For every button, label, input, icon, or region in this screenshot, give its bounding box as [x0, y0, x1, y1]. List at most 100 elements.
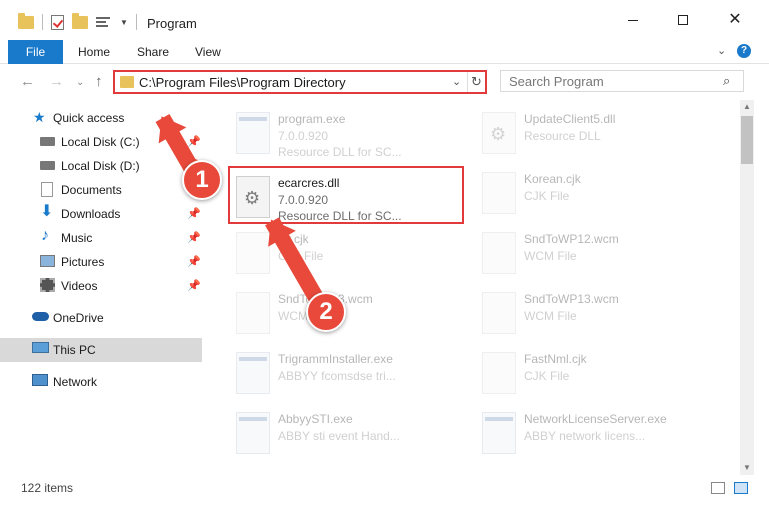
file-tile[interactable]: Korean.cjk CJK File: [476, 164, 716, 222]
drive-icon: [40, 161, 55, 170]
address-bar[interactable]: C:\Program Files\Program Directory ⌄ ↻: [113, 70, 487, 94]
divider: [135, 14, 137, 30]
file-name: AbbyySTI.exe: [278, 412, 353, 426]
address-path[interactable]: C:\Program Files\Program Directory: [139, 75, 346, 90]
exe-file-icon: [236, 112, 270, 154]
file-tile[interactable]: SndToWP13.wcm WCM File: [230, 284, 470, 342]
quick-access-toolbar: ▼: [18, 12, 137, 30]
download-icon: ⬇: [40, 203, 54, 220]
pictures-icon: [40, 255, 55, 267]
exe-file-icon: [236, 352, 270, 394]
file-name: TrigrammInstaller.exe: [278, 352, 393, 366]
file-name: SndToWP13.wcm: [524, 292, 619, 306]
pin-icon[interactable]: 📌: [187, 207, 201, 220]
vertical-scrollbar[interactable]: ▲ ▼: [740, 100, 754, 475]
address-row: ← → ⌄ ↑ C:\Program Files\Program Directo…: [0, 64, 769, 98]
up-button[interactable]: ↑: [95, 73, 103, 90]
tab-view[interactable]: View: [195, 45, 221, 59]
sidebar-item-pictures[interactable]: Pictures 📌: [0, 250, 202, 274]
close-button[interactable]: ✕: [712, 0, 758, 40]
exe-file-icon: [482, 412, 516, 454]
customize-toolbar-icon[interactable]: [96, 15, 112, 29]
file-tile[interactable]: program.exe 7.0.0.920 Resource DLL for S…: [230, 104, 470, 162]
highlighted-file-tile[interactable]: ecarcres.dll 7.0.0.920 Resource DLL for …: [228, 166, 464, 224]
tab-share[interactable]: Share: [137, 45, 169, 59]
new-folder-icon[interactable]: [72, 12, 88, 29]
file-name: SndToWP12.wcm: [524, 232, 619, 246]
toolbar-dropdown-icon[interactable]: ▼: [120, 18, 128, 27]
minimize-button[interactable]: [610, 0, 656, 40]
file-icon: [236, 292, 270, 334]
sidebar-item-videos[interactable]: Videos 📌: [0, 274, 202, 298]
pin-icon[interactable]: 📌: [187, 279, 201, 292]
close-icon: ✕: [728, 11, 742, 28]
maximize-button[interactable]: [660, 0, 706, 40]
sidebar-item-label: Documents: [61, 183, 122, 197]
sidebar-item-label: Pictures: [61, 255, 105, 269]
dll-file-icon: [482, 112, 516, 154]
pin-icon[interactable]: 📌: [187, 135, 201, 148]
pc-icon: [32, 342, 49, 353]
item-count: 122 items: [21, 481, 74, 495]
file-tile[interactable]: SndToWP13.wcm WCM File: [476, 284, 716, 342]
status-bar: 122 items: [0, 475, 769, 513]
maximize-icon: [678, 15, 688, 25]
file-name: Korean.cjk: [524, 172, 581, 186]
sidebar-item-network[interactable]: Network: [0, 370, 202, 394]
ribbon-tabs: File Home Share View ⌄ ?: [0, 40, 769, 64]
file-tile[interactable]: UpdateClient5.dll Resource DLL: [476, 104, 716, 162]
file-tile[interactable]: AbbyySTI.exe ABBY sti event Hand...: [230, 404, 470, 462]
sidebar-item-this-pc[interactable]: This PC: [0, 338, 202, 362]
file-icon: [482, 232, 516, 274]
file-tile[interactable]: SndToWP12.wcm WCM File: [476, 224, 716, 282]
file-description: Resource DLL: [524, 129, 601, 143]
sidebar-item-label: Videos: [61, 279, 98, 293]
details-view-icon[interactable]: [711, 482, 725, 494]
scroll-down-icon[interactable]: ▼: [740, 461, 754, 475]
pin-icon[interactable]: 📌: [187, 231, 201, 244]
recent-locations-button[interactable]: ⌄: [76, 77, 84, 88]
file-name: ecarcres.dll: [278, 176, 340, 190]
sidebar-item-label: Local Disk (C:): [61, 135, 140, 149]
sidebar-item-label: Music: [61, 231, 93, 245]
file-type: CJK File: [524, 189, 570, 203]
tiles-view-icon[interactable]: [734, 482, 748, 494]
file-type: CJK File: [524, 369, 570, 383]
help-icon[interactable]: ?: [737, 44, 751, 58]
properties-check-icon[interactable]: [51, 14, 64, 30]
drive-icon: [40, 137, 55, 146]
tab-file[interactable]: File: [8, 40, 63, 64]
scrollbar-thumb[interactable]: [741, 116, 753, 164]
file-tile[interactable]: FastNml.cjk CJK File: [476, 344, 716, 402]
dll-file-icon: [236, 176, 270, 218]
sidebar-item-local-disk-d[interactable]: Local Disk (D:) 📌: [0, 154, 202, 178]
refresh-button[interactable]: ↻: [467, 72, 485, 92]
file-tile[interactable]: TrigrammInstaller.exe ABBYY fcomsdse tri…: [230, 344, 470, 402]
callout-badge-1: 1: [182, 160, 222, 200]
file-version: 7.0.0.920: [278, 129, 329, 143]
forward-button[interactable]: →: [49, 73, 64, 90]
sidebar-item-label: Downloads: [61, 207, 121, 221]
file-tile[interactable]: NetworkLicenseServer.exe ABBY network li…: [476, 404, 716, 462]
file-description: Resource DLL for SC...: [278, 209, 402, 223]
folder-icon: [18, 12, 34, 29]
sidebar-item-downloads[interactable]: ⬇ Downloads 📌: [0, 202, 202, 226]
sidebar-item-label: Local Disk (D:): [61, 159, 140, 173]
sidebar-item-onedrive[interactable]: OneDrive: [0, 306, 202, 330]
back-button[interactable]: ←: [20, 73, 35, 90]
sidebar-item-documents[interactable]: Documents 📌: [0, 178, 202, 202]
address-dropdown-icon[interactable]: ⌄: [452, 75, 461, 88]
sidebar-item-music[interactable]: ♪ Music 📌: [0, 226, 202, 250]
pin-icon[interactable]: 📌: [187, 255, 201, 268]
file-description: ABBY sti event Hand...: [278, 429, 400, 443]
exe-file-icon: [236, 412, 270, 454]
window-title: Program: [147, 16, 197, 31]
expand-ribbon-icon[interactable]: ⌄: [717, 44, 726, 57]
network-icon: [32, 374, 48, 386]
scroll-up-icon[interactable]: ▲: [740, 100, 754, 114]
documents-icon: [41, 182, 53, 197]
title-bar: ▼ Program ✕: [0, 0, 769, 40]
file-name: program.exe: [278, 112, 346, 126]
search-input[interactable]: Search Program ⌕: [500, 70, 744, 92]
tab-home[interactable]: Home: [78, 45, 110, 59]
